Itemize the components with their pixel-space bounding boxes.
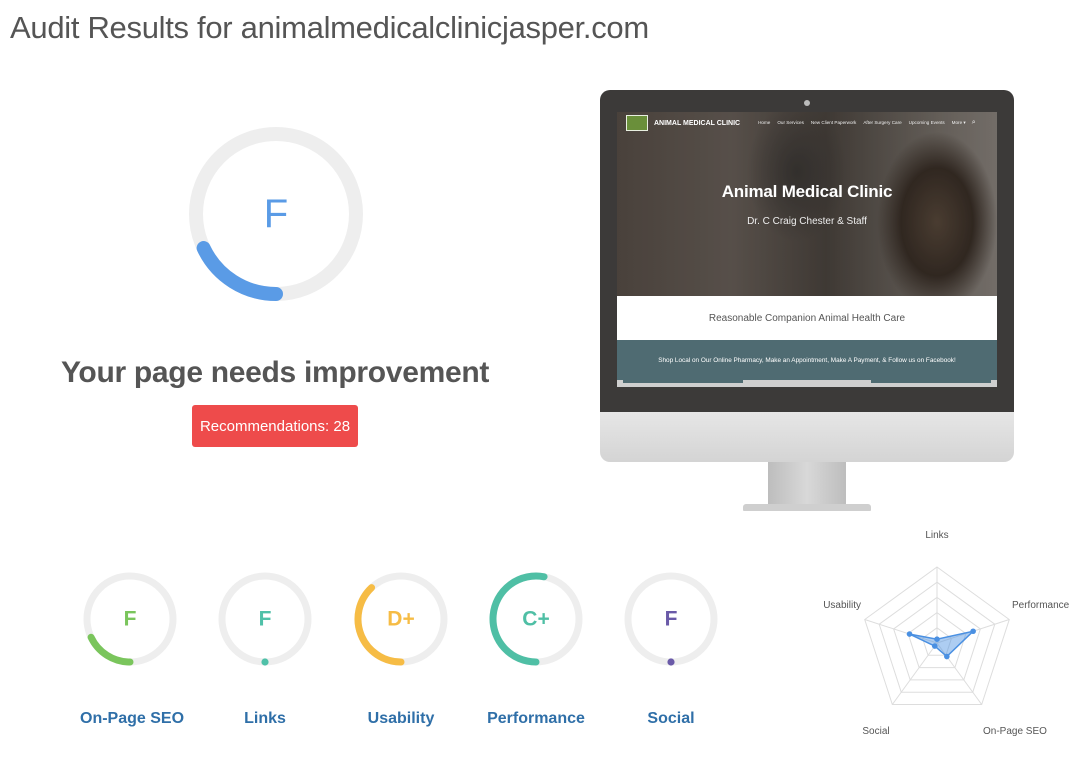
site-hero-title: Animal Medical Clinic [721,182,893,201]
improvement-headline: Your page needs improvement [60,356,490,389]
site-menu: Home Our Services New Client Paperwork Afte… [758,120,966,126]
radar-axis-label: Usability [823,600,861,611]
radar-series-area [909,629,976,658]
category-gauge: F [218,572,312,666]
site-logo [626,115,648,131]
radar-point [931,643,938,649]
category-on-page-seo[interactable]: F On-Page SEO [80,556,185,728]
category-performance[interactable]: C+ Performance [486,556,586,728]
site-brand: ANIMAL MEDICAL CLINIC [654,119,741,127]
category-label: Links [244,710,286,727]
category-label: Social [647,710,695,727]
category-grade: F [259,608,272,631]
overall-gauge-arc [196,241,283,301]
category-label: Performance [487,710,585,727]
category-gauge: F [624,572,718,666]
recommendations-button[interactable]: Recommendations: 28 [192,405,358,447]
site-menu-item: More ▾ [951,120,966,125]
category-gauge: F [83,572,177,666]
site-menu-item: Our Services [777,120,804,125]
category-links[interactable]: F Links [215,556,315,728]
category-usability[interactable]: D+ Usability [351,556,451,728]
radar-point [934,636,940,642]
website-screenshot: ANIMAL MEDICAL CLINIC Home Our Services Ne… [617,112,997,387]
category-label: Usability [367,710,435,727]
monitor-bezel: ANIMAL MEDICAL CLINIC Home Our Services Ne… [600,90,1014,412]
website-preview-monitor: ANIMAL MEDICAL CLINIC Home Our Services Ne… [600,90,1014,515]
site-tagline: Reasonable Companion Animal Health Care [617,296,997,340]
site-footer-strip [617,380,997,387]
category-label: On-Page SEO [80,710,185,727]
overall-grade: F [264,192,288,236]
monitor-chin [600,412,1014,462]
category-social[interactable]: F Social [621,556,721,728]
site-navbar: ANIMAL MEDICAL CLINIC Home Our Services Ne… [617,112,997,134]
overall-grade-gauge: F [189,127,363,301]
category-grade: F [124,608,137,631]
site-hero-subtitle: Dr. C Craig Chester & Staff [747,216,867,227]
category-grade: F [665,608,678,631]
site-menu-item: After Surgery Care [863,120,902,125]
site-menu-item: New Client Paperwork [810,120,857,125]
radar-axis-label: Links [925,530,948,541]
category-gauge: C+ [489,572,583,666]
category-grade: D+ [387,608,414,631]
monitor-stand-neck [768,462,846,508]
site-hero-image [617,112,997,296]
radar-chart: Links Performance On-Page SEO Social Usabili… [823,530,1070,737]
site-menu-item: Upcoming Events [908,120,945,125]
radar-axis-label: Performance [1012,600,1070,611]
category-gauge: D+ [354,572,448,666]
site-menu-item: Home [758,120,771,125]
radar-axis-label: Social [862,726,889,737]
category-gauge-dot [261,658,269,666]
site-banner: Shop Local on Our Online Pharmacy, Make … [617,340,997,380]
radar-axis [891,642,938,705]
radar-point [970,628,976,635]
radar-axis-label: On-Page SEO [983,726,1047,737]
monitor-stand-base [743,504,871,511]
radar-point [906,631,913,637]
category-gauge-dot [667,658,675,666]
radar-point [944,653,950,660]
page-title: Audit Results for animalmedicalclinicjas… [10,10,649,45]
monitor-camera [804,100,810,106]
category-gauge-arc [87,633,134,666]
search-icon: ⌕ [971,119,976,126]
category-grade: C+ [522,608,549,631]
